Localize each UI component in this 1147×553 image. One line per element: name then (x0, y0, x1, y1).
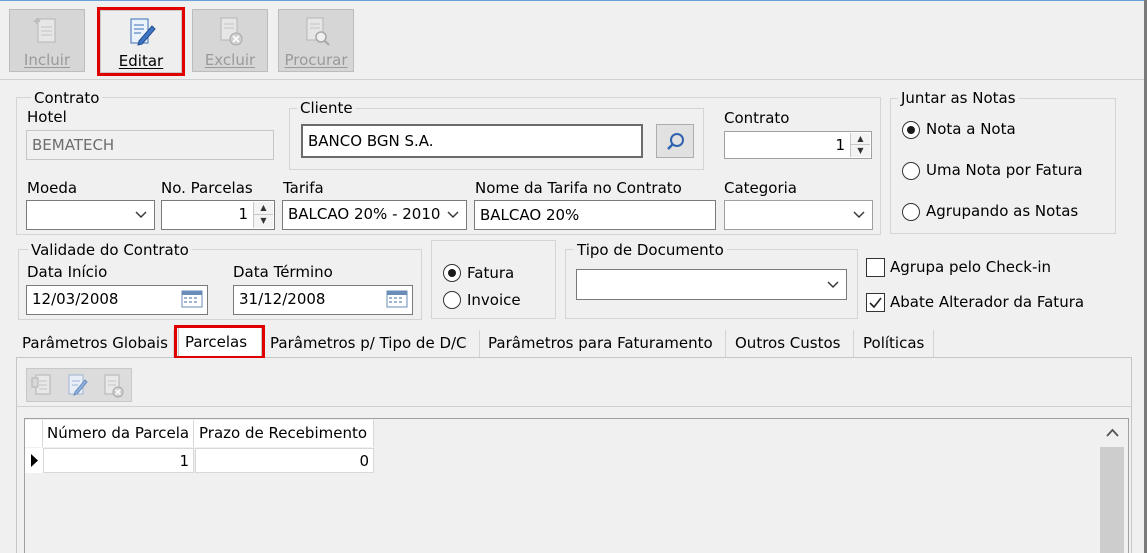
parcelas-tab-highlight (174, 325, 265, 359)
scroll-up-button[interactable] (1099, 420, 1126, 446)
contrato-number-value: 1 (835, 136, 845, 154)
abate-alterador-label: Abate Alterador da Fatura (890, 293, 1085, 311)
categoria-select[interactable] (724, 200, 873, 230)
search-document-icon (306, 17, 330, 46)
parcelas-spinner[interactable]: ▲ ▼ (253, 202, 273, 228)
agrupa-checkin-checkbox[interactable] (866, 258, 885, 277)
parcelas-value: 1 (238, 205, 248, 223)
incluir-label: Incluir (23, 51, 71, 69)
data-termino-field[interactable]: 31/12/2008 (233, 285, 413, 315)
cliente-legend: Cliente (297, 99, 356, 117)
cliente-field[interactable]: BANCO BGN S.A. (301, 124, 643, 158)
editar-highlight (97, 7, 185, 76)
contrato-legend: Contrato (31, 89, 103, 107)
tarifa-value: BALCAO 20% - 2010 (288, 205, 441, 223)
column-header-prazo-recebimento[interactable]: Prazo de Recebimento (195, 420, 374, 447)
checkmark-icon (869, 297, 882, 309)
delete-document-icon (104, 374, 124, 398)
nome-tarifa-field[interactable]: BALCAO 20% (474, 200, 716, 230)
tipo-documento-legend: Tipo de Documento (574, 241, 727, 259)
panel-separator (16, 406, 1132, 407)
validade-legend: Validade do Contrato (28, 241, 192, 259)
chevron-down-icon (447, 211, 459, 218)
chevron-down-icon (827, 281, 839, 288)
panel-delete-button[interactable] (98, 370, 128, 400)
tipo-documento-select[interactable] (576, 269, 847, 300)
nota-a-nota-label: Nota a Nota (926, 120, 1016, 138)
tab-parametros-faturamento[interactable]: Parâmetros para Faturamento (482, 330, 726, 357)
radio-invoice[interactable] (443, 291, 461, 309)
tab-politicas[interactable]: Políticas (857, 330, 934, 357)
invoice-label: Invoice (467, 291, 521, 309)
abate-alterador-checkbox[interactable] (866, 293, 885, 312)
tarifa-label: Tarifa (283, 179, 324, 197)
data-inicio-value: 12/03/2008 (32, 290, 119, 308)
chevron-up-icon (1106, 428, 1119, 437)
panel-edit-button[interactable] (62, 370, 92, 400)
abate-alterador-option[interactable]: Abate Alterador da Fatura (866, 292, 1106, 314)
calendar-icon[interactable] (181, 290, 203, 308)
data-inicio-field[interactable]: 12/03/2008 (26, 285, 208, 315)
chevron-down-icon (135, 211, 147, 218)
juntar-legend: Juntar as Notas (898, 89, 1019, 107)
procurar-label: Procurar (284, 51, 348, 69)
hotel-field: BEMATECH (26, 130, 274, 160)
parcelas-label: No. Parcelas (161, 179, 253, 197)
cliente-search-button[interactable] (656, 124, 694, 158)
current-row-arrow-icon (31, 454, 38, 467)
data-inicio-label: Data Início (27, 263, 108, 281)
new-document-icon (34, 18, 56, 43)
juntar-option-uma-nota[interactable]: Uma Nota por Fatura (902, 160, 1102, 182)
new-document-icon (31, 374, 51, 395)
procurar-button[interactable]: Procurar (278, 9, 354, 72)
chevron-down-icon (853, 211, 865, 218)
incluir-button[interactable]: Incluir (9, 9, 85, 72)
radio-agrupando[interactable] (902, 203, 920, 221)
agrupa-checkin-option[interactable]: Agrupa pelo Check-in (866, 257, 1106, 279)
edit-document-icon (68, 374, 88, 396)
radio-uma-nota[interactable] (902, 162, 920, 180)
contrato-spinner[interactable]: ▲ ▼ (850, 133, 870, 157)
excluir-label: Excluir (204, 51, 256, 69)
calendar-icon[interactable] (386, 290, 408, 308)
moeda-select[interactable] (26, 200, 155, 230)
excluir-button[interactable]: Excluir (192, 9, 268, 72)
fatura-label: Fatura (467, 264, 515, 282)
hotel-label: Hotel (27, 108, 67, 126)
tab-parametros-globais[interactable]: Parâmetros Globais (16, 330, 174, 357)
option-fatura[interactable]: Fatura (443, 263, 543, 285)
grid-row-indicator-header (25, 420, 43, 447)
delete-document-icon (220, 17, 243, 46)
contrato-label: Contrato (724, 109, 790, 127)
uma-nota-label: Uma Nota por Fatura (926, 161, 1083, 179)
tab-outros-custos[interactable]: Outros Custos (729, 330, 854, 357)
categoria-label: Categoria (724, 179, 798, 197)
data-termino-value: 31/12/2008 (239, 290, 326, 308)
juntar-option-nota-a-nota[interactable]: Nota a Nota (902, 119, 1102, 141)
cell-prazo-recebimento[interactable]: 0 (195, 448, 374, 473)
data-termino-label: Data Término (233, 263, 333, 281)
tab-parametros-tipo-dc[interactable]: Parâmetros p/ Tipo de D/C (264, 330, 480, 357)
moeda-label: Moeda (27, 179, 78, 197)
juntar-option-agrupando[interactable]: Agrupando as Notas (902, 201, 1102, 223)
window-top-border (0, 0, 1147, 1)
contrato-number-field[interactable]: 1 ▲ ▼ (724, 131, 872, 159)
radio-fatura[interactable] (443, 264, 461, 282)
search-icon (667, 133, 684, 150)
agrupando-label: Agrupando as Notas (926, 202, 1079, 220)
toolbar-separator (0, 79, 1144, 80)
parcelas-field[interactable]: 1 ▲ ▼ (161, 200, 275, 230)
agrupa-checkin-label: Agrupa pelo Check-in (890, 258, 1052, 276)
option-invoice[interactable]: Invoice (443, 290, 543, 312)
radio-nota-a-nota[interactable] (902, 121, 920, 139)
cell-numero-parcela[interactable]: 1 (43, 448, 194, 473)
panel-add-button[interactable] (28, 370, 58, 400)
tarifa-select[interactable]: BALCAO 20% - 2010 (282, 200, 467, 230)
grid-row-indicator (25, 448, 43, 473)
scroll-thumb[interactable] (1100, 447, 1124, 553)
column-header-numero-parcela[interactable]: Número da Parcela (43, 420, 194, 447)
nome-tarifa-label: Nome da Tarifa no Contrato (475, 179, 682, 197)
